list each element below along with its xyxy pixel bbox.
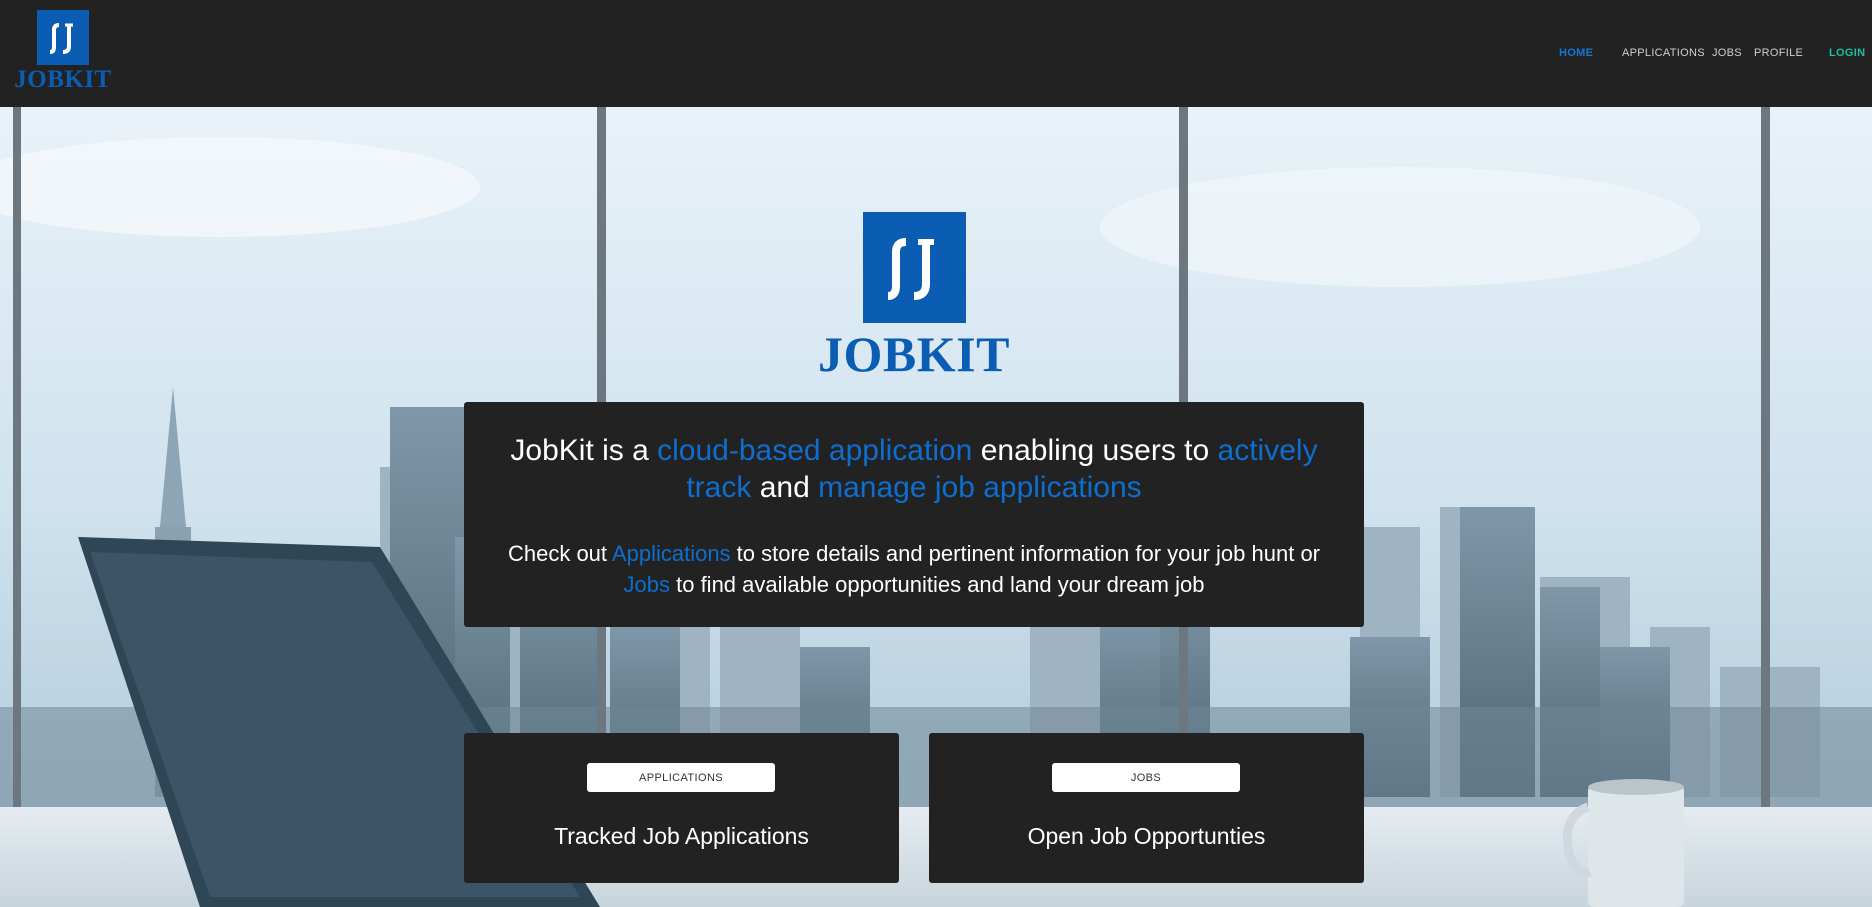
navbar-logo-text: JOBKIT [14,66,112,93]
intro-panel: JobKit is a cloud-based application enab… [464,402,1364,627]
jobs-card-title: Open Job Opportunties [1027,823,1266,849]
hero-logo: JOBKIT [818,212,1009,384]
jobkit-logo-icon [37,10,89,65]
jobs-button[interactable]: JOBS [1052,763,1240,792]
subline-text-1: Check out [507,541,612,566]
navbar-logo-link[interactable]: JOBKIT [14,10,111,96]
intro-headline: JobKit is a cloud-based application enab… [484,432,1344,506]
top-navbar: JOBKIT HOME APPLICATIONS JOBS PROFILE LO… [0,0,1872,107]
nav-home[interactable]: HOME [1559,47,1593,59]
headline-text-2: enabling users to [972,434,1218,467]
subline-text-2: to store details and pertinent informati… [730,541,1321,566]
nav-login[interactable]: LOGIN [1829,47,1865,59]
jobkit-logo-large-icon [862,212,966,323]
applications-card-title: Tracked Job Applications [554,823,809,849]
jobs-card: JOBS Open Job Opportunties [929,733,1364,883]
nav-jobs[interactable]: JOBS [1712,47,1742,59]
hero-logo-text: JOBKIT [818,326,1010,382]
subline-text-3: to find available opportunities and land… [670,572,1205,597]
applications-button[interactable]: APPLICATIONS [587,763,775,792]
intro-subline: Check out Applications to store details … [484,538,1344,600]
subline-jobs-link[interactable]: Jobs [624,572,670,597]
nav-applications[interactable]: APPLICATIONS [1622,47,1705,59]
headline-highlight-1: cloud-based application [657,434,973,467]
headline-text-3: and [751,471,819,504]
subline-applications-link[interactable]: Applications [612,541,731,566]
applications-card: APPLICATIONS Tracked Job Applications [464,733,899,883]
nav-profile[interactable]: PROFILE [1754,47,1803,59]
headline-highlight-3: manage job applications [818,471,1142,504]
headline-text-1: JobKit is a [510,434,658,467]
